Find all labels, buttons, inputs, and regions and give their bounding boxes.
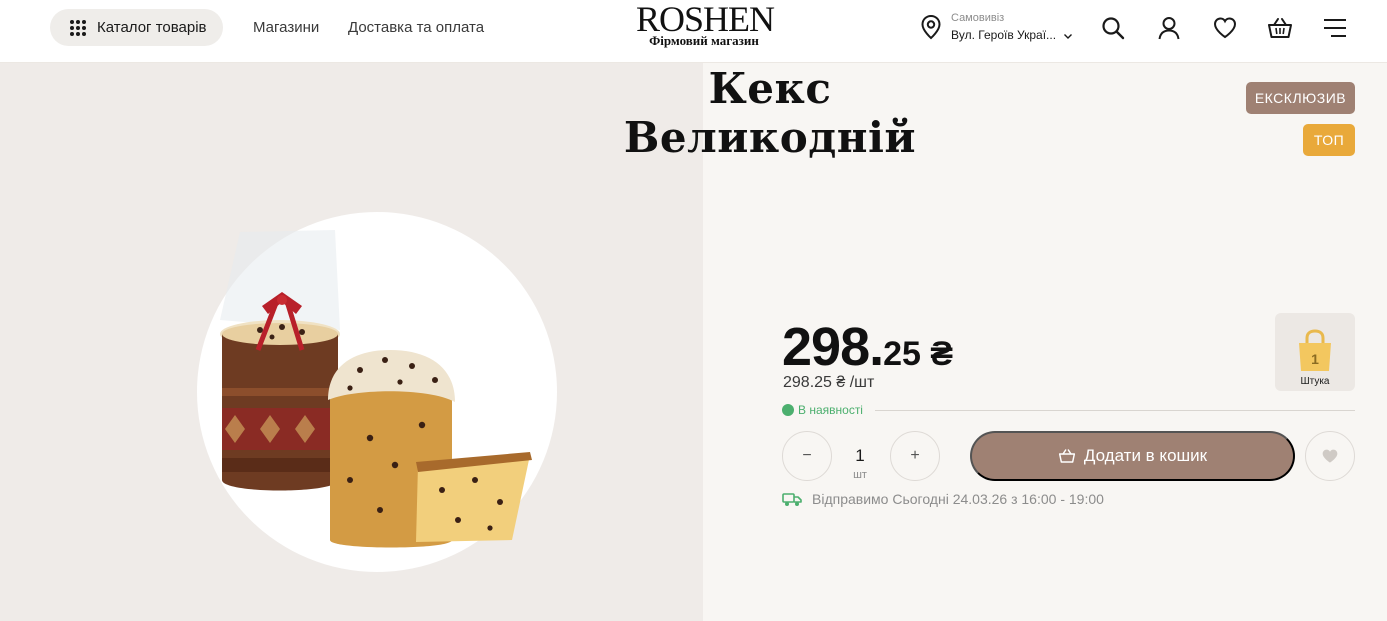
price-decimal: 25 ₴ xyxy=(883,335,954,373)
basket-icon[interactable] xyxy=(1267,15,1293,41)
product-image[interactable] xyxy=(190,210,560,580)
heart-icon[interactable] xyxy=(1212,15,1238,41)
svg-text:1: 1 xyxy=(1311,351,1319,367)
site-header: Каталог товарів Магазини Доставка та опл… xyxy=(0,0,1387,63)
delivery-text: Відправимо Сьогодні 24.03.26 з 16:00 - 1… xyxy=(812,491,1104,507)
quantity-decrease-button[interactable]: − xyxy=(782,431,832,481)
pickup-location-selector[interactable]: Самовивіз Вул. Героїв Украї... xyxy=(920,11,1080,45)
product-title: Кекс Великодній xyxy=(623,64,917,162)
nav-link-stores[interactable]: Магазини xyxy=(253,19,319,36)
add-to-cart-label: Додати в кошик xyxy=(1083,446,1208,465)
quantity-increase-button[interactable]: + xyxy=(890,431,940,481)
pickup-caption: Самовивіз xyxy=(951,12,1005,24)
heart-icon xyxy=(1322,449,1338,463)
stock-status-text: В наявності xyxy=(798,403,863,417)
stock-status: В наявності xyxy=(782,403,863,417)
price-per-unit: 298.25 ₴ /шт xyxy=(783,374,875,391)
divider xyxy=(875,410,1355,411)
shopping-bag-icon: 1 xyxy=(1299,329,1331,371)
badge-top: ТОП xyxy=(1303,124,1355,156)
unit-selector-piece[interactable]: 1 Штука xyxy=(1275,313,1355,391)
badge-exclusive: ЕКСКЛЮЗИВ xyxy=(1246,82,1355,114)
roshen-logo[interactable]: ROSHEN Фірмовий магазин xyxy=(636,0,775,48)
basket-icon xyxy=(1058,449,1075,463)
in-stock-dot-icon xyxy=(782,404,794,416)
chevron-down-icon xyxy=(1064,33,1073,39)
delivery-truck-icon xyxy=(782,493,802,506)
catalog-button[interactable]: Каталог товарів xyxy=(50,9,223,46)
logo-sub-text: Фірмовий магазин xyxy=(649,33,759,48)
quantity-unit: шт xyxy=(853,469,867,481)
quantity-value[interactable]: 1 xyxy=(845,446,875,466)
logo-main-text: ROSHEN xyxy=(636,0,775,39)
catalog-button-label: Каталог товарів xyxy=(97,19,207,36)
search-icon[interactable] xyxy=(1100,15,1126,41)
add-to-favorites-button[interactable] xyxy=(1305,431,1355,481)
user-icon[interactable] xyxy=(1156,15,1182,41)
delivery-info: Відправимо Сьогодні 24.03.26 з 16:00 - 1… xyxy=(782,491,1104,507)
location-pin-icon xyxy=(921,14,941,40)
unit-label: Штука xyxy=(1300,376,1330,387)
grid-icon xyxy=(70,19,86,36)
menu-icon[interactable] xyxy=(1322,15,1348,41)
pickup-address: Вул. Героїв Украї... xyxy=(951,28,1073,42)
price-integer: 298. xyxy=(782,317,884,377)
product-price: 298.25 ₴ xyxy=(782,316,953,378)
add-to-cart-button[interactable]: Додати в кошик xyxy=(970,431,1295,481)
nav-link-delivery[interactable]: Доставка та оплата xyxy=(348,19,484,36)
